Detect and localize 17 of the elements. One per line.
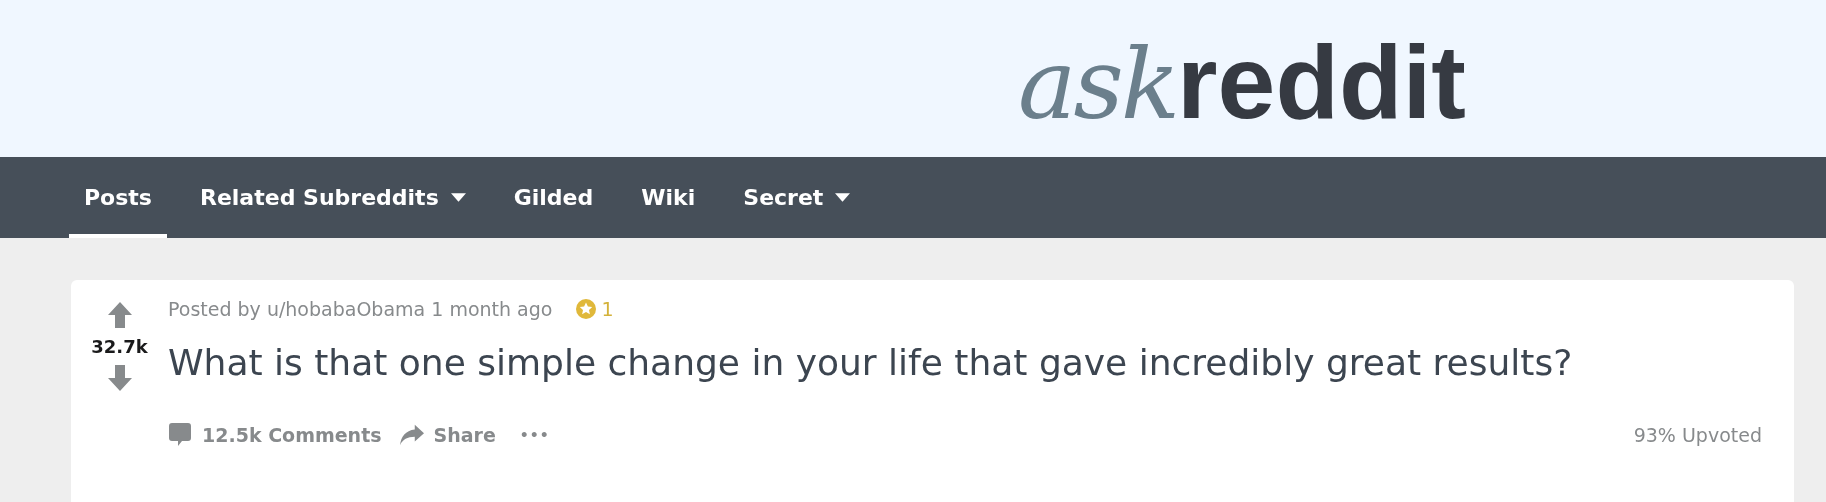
downvote-icon[interactable]	[107, 365, 132, 391]
logo-name: reddit	[1177, 30, 1466, 134]
nav-tab[interactable]: Related Subreddits	[184, 157, 481, 238]
logo-prefix: ask	[1018, 35, 1178, 133]
star-award-icon	[576, 299, 597, 319]
comment-icon	[168, 423, 192, 447]
upvote-icon[interactable]	[107, 302, 132, 328]
nav-tab[interactable]: Gilded	[498, 157, 609, 238]
posted-by: Posted by u/hobabaObama 1 month ago	[168, 298, 553, 320]
nav-tab[interactable]: Secret	[728, 157, 866, 238]
vote-score: 32.7k	[91, 336, 148, 357]
upvote-ratio: 93% Upvoted	[1633, 424, 1762, 446]
post-title[interactable]: What is that one simple change in your life that gave incredibly great results?	[168, 342, 1762, 383]
share-icon	[399, 423, 424, 447]
award-count: 1	[601, 298, 614, 320]
nav-tab[interactable]: Posts	[69, 157, 167, 238]
nav-tab[interactable]: Wiki	[626, 157, 711, 238]
